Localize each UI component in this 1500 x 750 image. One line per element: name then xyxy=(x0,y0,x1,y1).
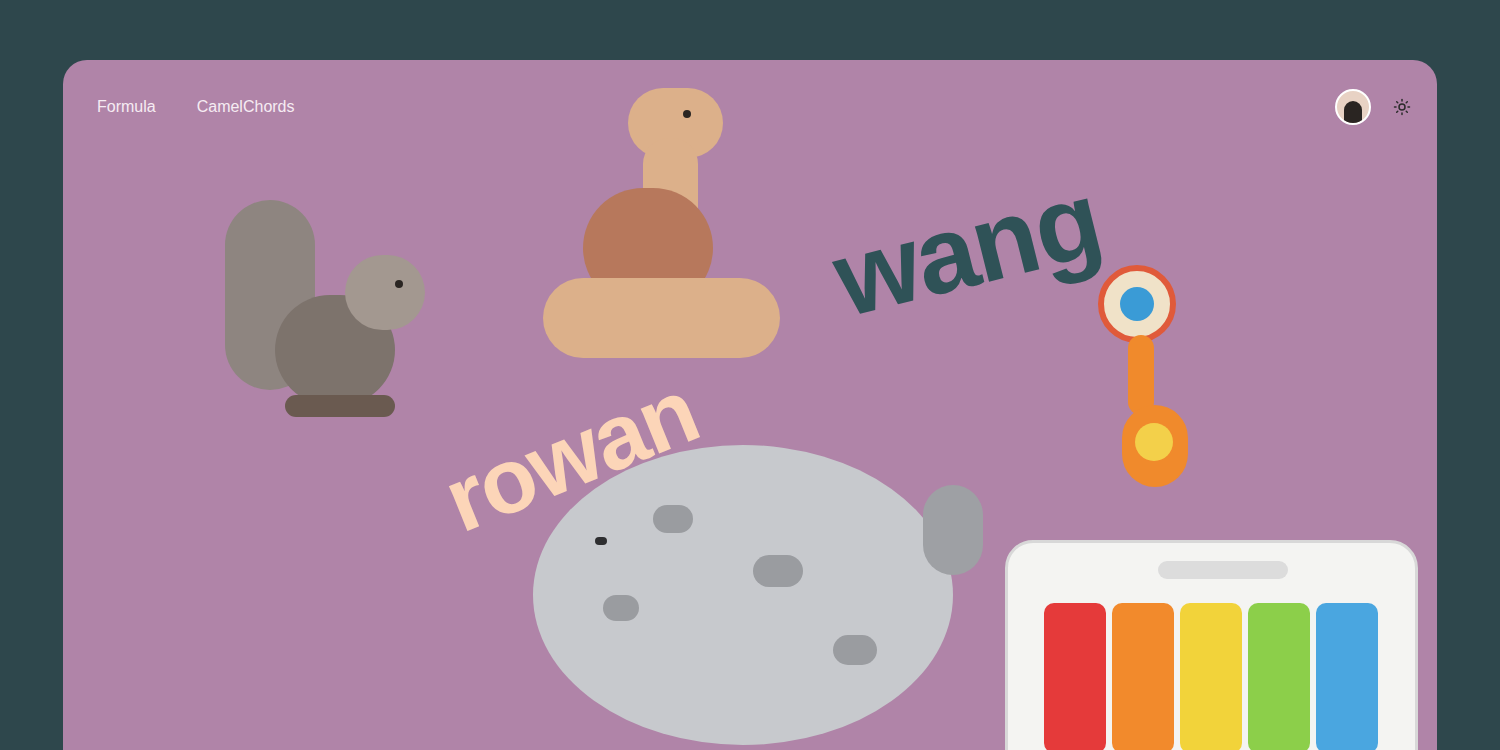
theme-toggle-button[interactable] xyxy=(1391,96,1413,118)
squirrel-toy-picture xyxy=(225,200,430,420)
seal-plush-picture xyxy=(533,445,993,745)
toy-piano-picture xyxy=(1005,540,1418,750)
nav-links: Formula CamelChords xyxy=(97,95,295,119)
hero-card: FormulaCamelChordswangrowan xyxy=(63,60,1437,750)
camel-toy-picture xyxy=(543,88,780,362)
page: FormulaCamelChordswangrowan xyxy=(0,0,1500,750)
sun-icon xyxy=(1393,98,1411,116)
avatar[interactable] xyxy=(1335,89,1371,125)
top-nav: Formula CamelChords xyxy=(63,60,1437,125)
nav-link[interactable]: CamelChords xyxy=(197,95,295,119)
maraca-toy-picture xyxy=(1080,265,1210,487)
last-name: wang xyxy=(824,164,1110,334)
nav-link[interactable]: Formula xyxy=(97,95,156,119)
